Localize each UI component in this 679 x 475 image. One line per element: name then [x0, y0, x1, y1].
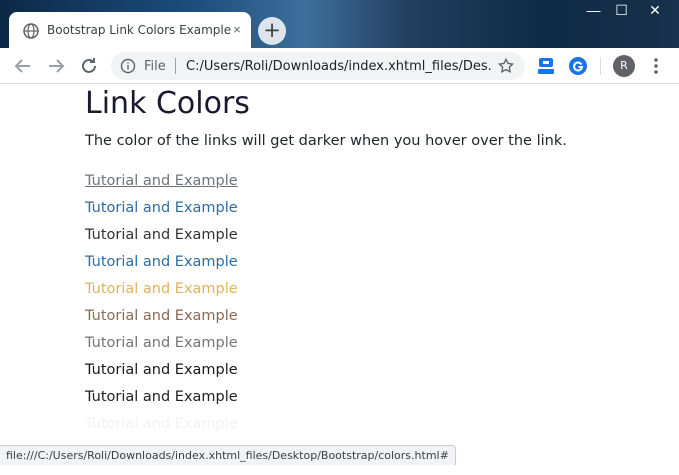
- page-title: Link Colors: [85, 86, 250, 121]
- title-bar: Bootstrap Link Colors Example × + — ☐ ✕: [0, 0, 679, 48]
- status-bar: file:///C:/Users/Roli/Downloads/index.xh…: [0, 445, 456, 465]
- back-arrow-icon[interactable]: [11, 54, 35, 78]
- tab-title: Bootstrap Link Colors Example: [47, 23, 232, 37]
- omnibox-divider: [175, 58, 176, 74]
- page-viewport: Link Colors The color of the links will …: [0, 84, 679, 475]
- kebab-menu-icon[interactable]: [648, 55, 664, 77]
- link-info[interactable]: Tutorial and Example: [85, 253, 238, 280]
- avatar[interactable]: R: [613, 55, 635, 77]
- link-warning[interactable]: Tutorial and Example: [85, 280, 238, 307]
- link-light[interactable]: Tutorial and Example: [85, 415, 238, 442]
- link-muted[interactable]: Tutorial and Example: [85, 172, 238, 199]
- link-dark-3[interactable]: Tutorial and Example: [85, 388, 238, 415]
- link-primary[interactable]: Tutorial and Example: [85, 199, 238, 226]
- extension-icon[interactable]: [536, 56, 556, 76]
- address-bar[interactable]: File C:/Users/Roli/Downloads/index.xhtml…: [111, 52, 525, 80]
- link-brown[interactable]: Tutorial and Example: [85, 307, 238, 334]
- browser-toolbar: File C:/Users/Roli/Downloads/index.xhtml…: [0, 48, 679, 84]
- browser-tab[interactable]: Bootstrap Link Colors Example ×: [9, 12, 251, 48]
- link-dark-1[interactable]: Tutorial and Example: [85, 226, 238, 253]
- link-dark-2[interactable]: Tutorial and Example: [85, 361, 238, 388]
- grammarly-icon[interactable]: [568, 56, 588, 76]
- window-bottom-edge: [0, 466, 679, 475]
- forward-arrow-icon[interactable]: [44, 54, 68, 78]
- page-lead-text: The color of the links will get darker w…: [85, 133, 567, 149]
- close-window-button[interactable]: ✕: [633, 0, 677, 22]
- scheme-label: File: [144, 59, 166, 74]
- reload-icon[interactable]: [77, 54, 101, 78]
- tab-close-icon[interactable]: ×: [229, 22, 245, 38]
- new-tab-button[interactable]: +: [258, 17, 286, 45]
- url-text[interactable]: C:/Users/Roli/Downloads/index.xhtml_file…: [186, 59, 492, 74]
- link-secondary[interactable]: Tutorial and Example: [85, 334, 238, 361]
- info-icon[interactable]: [120, 58, 136, 74]
- link-list: Tutorial and Example Tutorial and Exampl…: [85, 172, 238, 442]
- toolbar-separator: [600, 57, 601, 75]
- globe-icon: [23, 23, 39, 39]
- star-icon[interactable]: [497, 57, 515, 75]
